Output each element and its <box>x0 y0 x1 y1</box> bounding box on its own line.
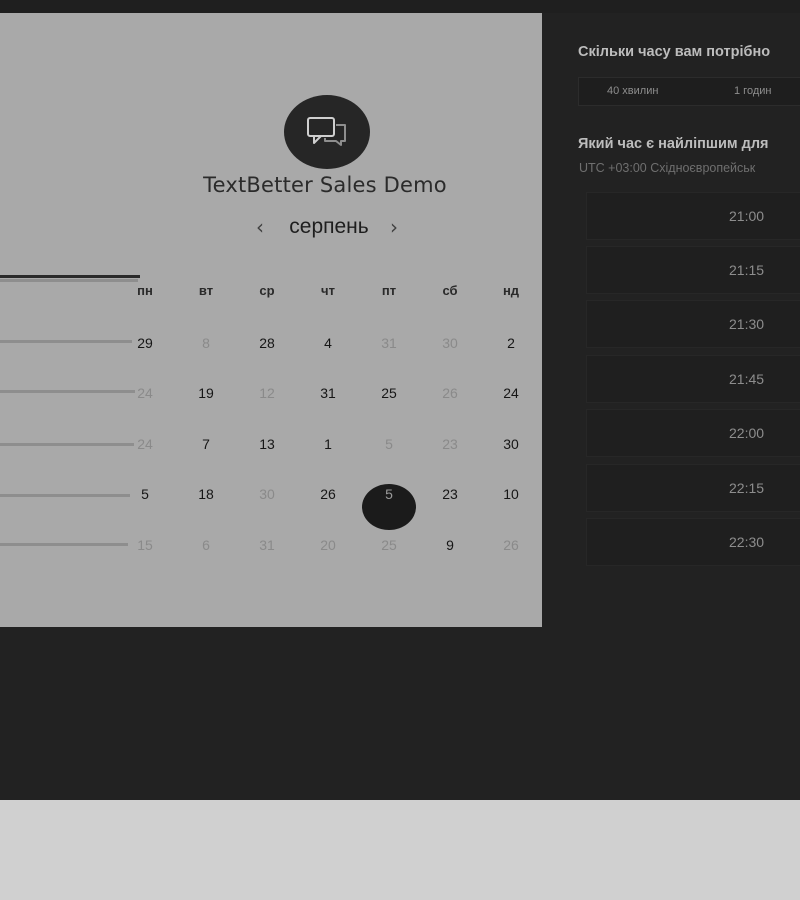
chevron-right-icon[interactable]: › <box>384 213 404 241</box>
calendar-day: 25 <box>381 537 397 553</box>
calendar-day: 24 <box>137 436 153 452</box>
divider-line <box>0 275 140 278</box>
timezone-label[interactable]: UTC +03:00 Східноєвропейськ <box>579 161 755 175</box>
top-strip <box>0 0 800 13</box>
calendar-day: 8 <box>202 335 210 351</box>
calendar-day[interactable]: 2 <box>484 320 538 366</box>
calendar-day: 31 <box>259 537 275 553</box>
time-slot-label: 21:00 <box>729 208 765 224</box>
time-slot-label: 21:45 <box>729 371 765 387</box>
calendar-day[interactable]: 28 <box>240 320 294 366</box>
weekday-fri: пт <box>381 283 397 298</box>
weekday-mon: пн <box>137 283 153 298</box>
chevron-left-icon[interactable]: ‹ <box>250 213 270 241</box>
calendar-day: 6 <box>202 537 210 553</box>
duration-option[interactable]: 1 годин <box>734 78 771 105</box>
month-label: серпень <box>289 215 369 238</box>
calendar-day[interactable]: 26 <box>301 471 355 517</box>
calendar-day[interactable]: 5 <box>118 471 172 517</box>
calendar-day[interactable]: 1 <box>301 421 355 467</box>
time-slot[interactable]: 21:30 <box>586 300 800 348</box>
calendar-day[interactable]: 23 <box>423 471 477 517</box>
time-slot-label: 21:30 <box>729 316 765 332</box>
calendar-day: 12 <box>259 385 275 401</box>
weekday-tue: вт <box>198 283 214 298</box>
time-slot[interactable]: 21:45 <box>586 355 800 403</box>
calendar-day[interactable]: 13 <box>240 421 294 467</box>
divider-line <box>0 340 132 343</box>
time-slot-label: 21:15 <box>729 262 765 278</box>
calendar-day[interactable]: 10 <box>484 471 538 517</box>
calendar-day[interactable]: 29 <box>118 320 172 366</box>
time-slot-label: 22:30 <box>729 534 765 550</box>
calendar-day: 26 <box>442 385 458 401</box>
calendar-day[interactable]: 30 <box>484 421 538 467</box>
month-navigation: ‹ серпень › <box>250 213 410 243</box>
calendar-day[interactable]: 18 <box>179 471 233 517</box>
time-slot[interactable]: 21:00 <box>586 192 800 240</box>
calendar-day[interactable]: 9 <box>423 522 477 568</box>
calendar-day: 23 <box>442 436 458 452</box>
duration-question: Скільки часу вам потрібно <box>578 44 771 60</box>
calendar-day[interactable]: 4 <box>301 320 355 366</box>
divider-line <box>0 543 128 546</box>
calendar-day: 26 <box>503 537 519 553</box>
time-slot-label: 22:15 <box>729 480 765 496</box>
time-slot[interactable]: 22:15 <box>586 464 800 512</box>
calendar-day: 15 <box>137 537 153 553</box>
calendar-day[interactable]: 25 <box>362 370 416 416</box>
booking-panel: TextBetter Sales Demo ‹ серпень › пн вт … <box>0 13 542 627</box>
calendar-day[interactable]: 7 <box>179 421 233 467</box>
page-footer-area <box>0 800 800 900</box>
time-slot-label: 22:00 <box>729 425 765 441</box>
divider-line <box>0 390 135 393</box>
calendar-day: 24 <box>137 385 153 401</box>
calendar-day: 30 <box>442 335 458 351</box>
duration-selector: 40 хвилин 1 годин <box>578 77 800 106</box>
calendar-day: 30 <box>259 486 275 502</box>
avatar <box>284 95 370 169</box>
time-slot[interactable]: 22:30 <box>586 518 800 566</box>
duration-option[interactable]: 40 хвилин <box>607 78 658 105</box>
calendar-day-selected[interactable]: 5 <box>362 471 416 517</box>
weekday-thu: чт <box>321 283 335 298</box>
chat-bubbles-icon <box>307 117 346 146</box>
calendar-day: 31 <box>381 335 397 351</box>
calendar-day: 20 <box>320 537 336 553</box>
calendar-day[interactable]: 31 <box>301 370 355 416</box>
calendar-day[interactable]: 19 <box>179 370 233 416</box>
divider-line <box>0 279 138 282</box>
event-title: TextBetter Sales Demo <box>203 173 447 197</box>
weekday-wed: ср <box>259 283 275 298</box>
time-slot[interactable]: 22:00 <box>586 409 800 457</box>
calendar-day[interactable]: 24 <box>484 370 538 416</box>
time-slot[interactable]: 21:15 <box>586 246 800 294</box>
time-question: Який час є найліпшим для <box>578 136 769 152</box>
calendar-day: 5 <box>385 436 393 452</box>
divider-line <box>0 494 130 497</box>
weekday-sat: сб <box>442 283 458 298</box>
divider-line <box>0 443 134 446</box>
weekday-sun: нд <box>502 283 520 298</box>
